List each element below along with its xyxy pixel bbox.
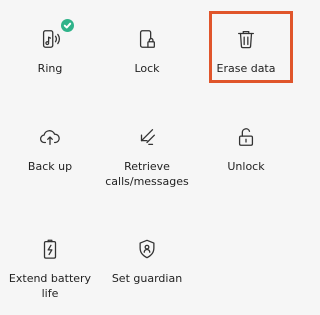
- phone-sound-icon: [38, 19, 74, 51]
- ring-label: Ring: [37, 62, 63, 75]
- unlock-icon: [234, 125, 258, 149]
- phone-lock-icon: [135, 27, 159, 51]
- unlock-action[interactable]: Unlock: [196, 125, 296, 174]
- back-up-label: Back up: [27, 160, 73, 173]
- erase-data-label: Erase data: [216, 62, 276, 75]
- retrieve-arrows-icon: [135, 125, 159, 149]
- back-up-action[interactable]: Back up: [0, 125, 100, 174]
- lock-label: Lock: [134, 62, 160, 75]
- trash-icon: [234, 27, 258, 51]
- extend-battery-life-label: Extend battery life: [8, 272, 92, 300]
- set-guardian-label: Set guardian: [111, 272, 183, 285]
- unlock-label: Unlock: [227, 160, 265, 173]
- cloud-upload-icon: [38, 125, 62, 149]
- active-check-icon: [61, 19, 74, 32]
- set-guardian-action[interactable]: Set guardian: [97, 237, 197, 286]
- extend-battery-life-action[interactable]: Extend battery life: [0, 237, 100, 301]
- erase-data-action[interactable]: Erase data: [196, 27, 296, 76]
- retrieve-calls-messages-label: Retrieve calls/messages: [105, 160, 189, 188]
- shield-icon: [135, 237, 159, 261]
- find-my-mobile-actions: Ring Lock Erase data Back up Retrieve ca…: [0, 0, 300, 315]
- battery-icon: [38, 237, 62, 261]
- retrieve-calls-messages-action[interactable]: Retrieve calls/messages: [97, 125, 197, 189]
- lock-action[interactable]: Lock: [97, 27, 197, 76]
- ring-action[interactable]: Ring: [0, 19, 100, 76]
